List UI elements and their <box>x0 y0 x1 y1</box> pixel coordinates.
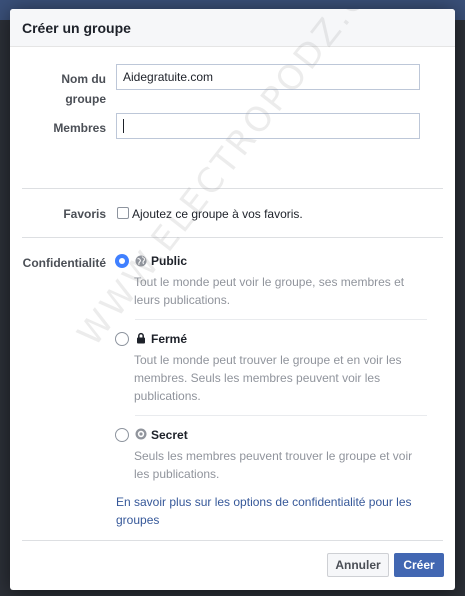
background-page-right <box>455 20 465 596</box>
favorites-label: Favoris <box>63 207 106 221</box>
group-name-value: Aidegratuite.com <box>123 70 214 84</box>
privacy-radio-public[interactable] <box>115 254 129 268</box>
section-divider <box>22 188 443 189</box>
create-group-dialog: Créer un groupe Nom du groupe Aidegratui… <box>10 9 455 590</box>
shield-icon <box>135 428 147 440</box>
dialog-header: Créer un groupe <box>10 9 455 47</box>
favorites-checkbox[interactable] <box>117 207 129 219</box>
group-name-input[interactable]: Aidegratuite.com <box>116 64 420 90</box>
privacy-option-title[interactable]: Public <box>151 254 187 268</box>
privacy-option-description: Tout le monde peut trouver le groupe et … <box>134 353 402 403</box>
cancel-button[interactable]: Annuler <box>327 553 389 577</box>
option-divider <box>135 415 427 416</box>
text-caret <box>123 119 124 133</box>
create-button[interactable]: Créer <box>394 553 444 577</box>
privacy-option-title[interactable]: Fermé <box>151 332 187 346</box>
privacy-option-title[interactable]: Secret <box>151 428 188 442</box>
privacy-learn-more-link[interactable]: En savoir plus sur les options de confid… <box>116 493 426 529</box>
group-name-label: Nom du groupe <box>61 72 106 106</box>
privacy-label: Confidentialité <box>22 256 106 270</box>
dialog-title: Créer un groupe <box>22 19 131 36</box>
globe-icon <box>135 255 147 267</box>
lock-icon <box>137 332 145 344</box>
privacy-radio-secret[interactable] <box>115 428 129 442</box>
section-divider <box>22 237 443 238</box>
privacy-option-description: Tout le monde peut voir le groupe, ses m… <box>134 275 405 307</box>
privacy-radio-closed[interactable] <box>115 332 129 346</box>
favorites-checkbox-label[interactable]: Ajoutez ce groupe à vos favoris. <box>132 204 303 224</box>
footer-divider <box>22 540 443 541</box>
privacy-option-description: Seuls les membres peuvent trouver le gro… <box>134 449 413 481</box>
members-label: Membres <box>53 121 106 135</box>
background-page-left <box>0 20 10 596</box>
option-divider <box>135 319 427 320</box>
background-page-bottom <box>0 590 465 596</box>
members-input[interactable] <box>116 113 420 139</box>
